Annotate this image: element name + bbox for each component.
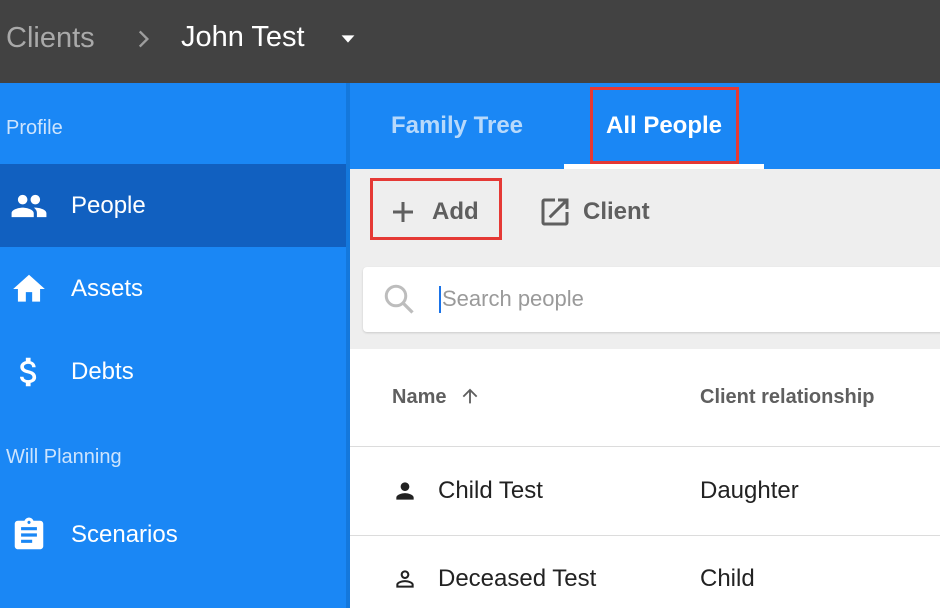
cell-relationship: Daughter: [700, 477, 799, 504]
sidebar-item-debts[interactable]: Debts: [0, 330, 346, 413]
search-icon: [384, 284, 414, 314]
arrow-up-icon[interactable]: [459, 384, 481, 408]
sidebar-item-scenarios[interactable]: Scenarios: [0, 493, 346, 576]
open-in-new-icon: [541, 198, 569, 226]
search-input[interactable]: [442, 282, 922, 316]
sidebar-item-label: Debts: [71, 357, 134, 385]
top-app-bar: Clients John Test: [0, 0, 940, 83]
sidebar-item-label: Assets: [71, 274, 144, 302]
person-filled-icon: [396, 482, 414, 500]
dollar-icon: [10, 353, 48, 391]
chevron-right-icon: [138, 30, 150, 48]
highlight-box-tab: [590, 87, 739, 164]
person-outline-icon: [396, 570, 414, 588]
sidebar-item-label: People: [71, 191, 146, 219]
cell-relationship: Child: [700, 565, 755, 592]
sidebar-item-people[interactable]: People: [0, 164, 346, 247]
cell-name: Child Test: [438, 477, 543, 504]
sidebar-item-assets[interactable]: Assets: [0, 247, 346, 330]
client-button-label: Client: [583, 198, 650, 225]
home-icon: [10, 270, 48, 308]
client-button[interactable]: Client: [537, 192, 650, 232]
text-cursor: [439, 286, 441, 313]
column-header-name[interactable]: Name: [392, 386, 446, 409]
sidebar-section-profile: Profile: [6, 117, 63, 139]
tab-family-tree[interactable]: Family Tree: [350, 83, 564, 169]
clipboard-icon: [10, 516, 48, 554]
column-header-relationship[interactable]: Client relationship: [700, 386, 874, 409]
caret-down-icon[interactable]: [337, 28, 359, 50]
sidebar-item-label: Scenarios: [71, 520, 178, 548]
people-icon: [10, 187, 48, 225]
sidebar-section-will-planning: Will Planning: [6, 446, 122, 468]
breadcrumb-clients[interactable]: Clients: [6, 22, 95, 55]
highlight-box-add: [370, 178, 502, 240]
breadcrumb-current-client[interactable]: John Test: [181, 21, 305, 54]
cell-name: Deceased Test: [438, 565, 597, 592]
